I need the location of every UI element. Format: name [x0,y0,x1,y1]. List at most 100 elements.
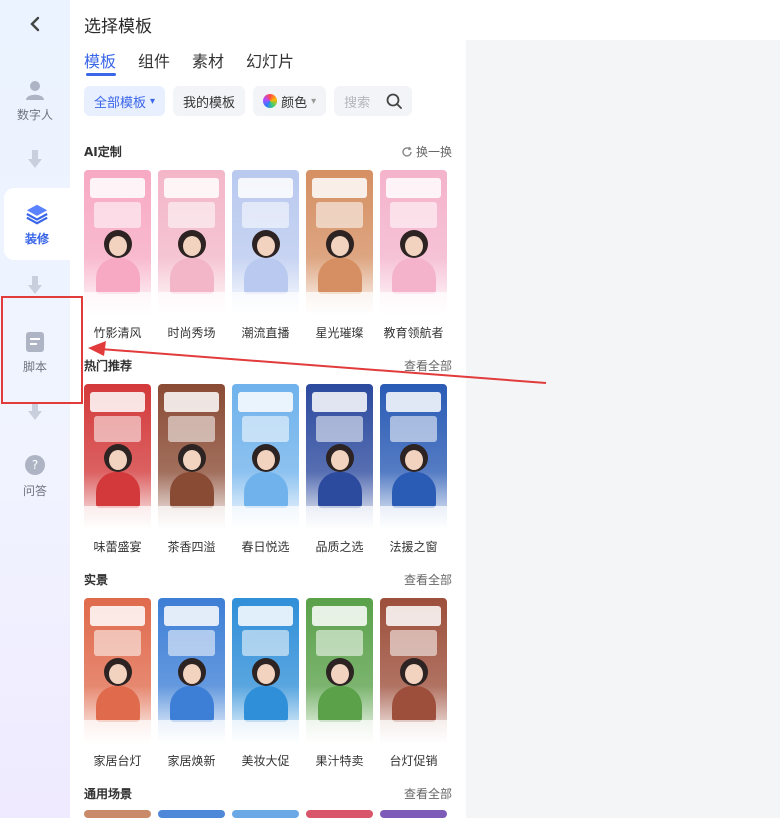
tab-templates[interactable]: 模板 [84,48,116,72]
template-caption: 品质之选 [315,540,364,554]
view-all-link[interactable]: 查看全部 [404,357,452,374]
thumbnail-body [392,258,436,294]
template-thumbnail[interactable] [306,170,373,316]
thumbnail-face [183,236,201,256]
tab-components[interactable]: 组件 [138,48,170,72]
template-card[interactable]: 潮流直播 [232,170,299,341]
thumbnail-body [244,472,288,508]
template-thumbnail[interactable] [158,384,225,530]
thumbnail-banner [164,178,219,198]
template-thumbnail[interactable] [306,598,373,744]
template-thumbnail[interactable] [84,598,151,744]
tab-materials[interactable]: 素材 [192,48,224,72]
rail-item-qa[interactable]: ? 问答 [0,454,70,499]
thumbnail-body [318,686,362,722]
section-title: AI定制 [84,145,122,159]
template-panel: 选择模板 模板 组件 素材 幻灯片 全部模板 ▾ 我的模板 颜色 ▾ 搜索 AI… [70,0,466,818]
thumbnail-banner2 [316,202,363,228]
template-card[interactable]: 果汁特卖 [306,598,373,769]
rail-item-digital-human[interactable]: 数字人 [0,78,70,123]
thumbnail-body [96,258,140,294]
thumbnail-banner2 [94,630,141,656]
template-thumbnail[interactable] [232,384,299,530]
rail-item-decorate[interactable]: 装修 [4,188,70,260]
thumbnail-banner [386,392,441,412]
template-card[interactable]: 教育领航者 [380,170,447,341]
thumbnail-banner [90,392,145,412]
view-all-link[interactable]: 查看全部 [404,571,452,588]
template-card[interactable]: 星光璀璨 [306,170,373,341]
thumbnail-banner2 [390,416,437,442]
thumbnail-face [257,236,275,256]
thumbnail-banner2 [168,202,215,228]
template-card[interactable]: 法援之窗 [380,384,447,555]
template-thumbnail[interactable] [380,598,447,744]
search-input[interactable]: 搜索 [334,86,413,116]
thumbnail-body [244,686,288,722]
thumbnail-banner2 [242,630,289,656]
template-thumbnail[interactable] [306,384,373,530]
tab-slides[interactable]: 幻灯片 [246,48,294,72]
template-thumbnail[interactable] [84,384,151,530]
template-card[interactable]: 家居台灯 [84,598,151,769]
rail-item-label: 问答 [22,484,47,498]
thumbnail-desk [380,506,447,530]
thumbnail-banner [312,178,367,198]
template-card[interactable]: 茶香四溢 [158,384,225,555]
all-templates-dropdown[interactable]: 全部模板 ▾ [84,86,166,116]
thumbnail-banner2 [242,416,289,442]
thumbnail-face [109,664,127,684]
thumbnail-banner [238,178,293,198]
template-card[interactable]: 竹影清风 [84,170,151,341]
refresh-button[interactable]: 换一换 [401,143,452,160]
thumbnail-desk [232,720,299,744]
thumbnail-body [244,258,288,294]
template-thumbnail[interactable] [84,170,151,316]
template-card[interactable]: 家居焕新 [158,598,225,769]
template-thumbnail[interactable] [232,810,299,818]
template-thumbnail[interactable] [380,384,447,530]
my-templates-button[interactable]: 我的模板 [173,86,246,116]
back-button[interactable] [24,12,46,36]
template-thumbnail[interactable] [380,810,447,818]
thumbnail-desk [306,506,373,530]
digital-human-icon [23,78,47,102]
rail-item-label: 装修 [24,231,49,246]
template-card[interactable]: 品质之选 [306,384,373,555]
template-card[interactable]: 春日悦选 [232,384,299,555]
thumbnail-banner [164,392,219,412]
template-card[interactable]: 美妆大促 [232,598,299,769]
template-thumbnail[interactable] [158,810,225,818]
down-arrow-icon [28,402,42,420]
filter-bar: 全部模板 ▾ 我的模板 颜色 ▾ 搜索 [84,86,413,116]
thumbnail-face [257,664,275,684]
template-thumbnail[interactable] [232,170,299,316]
color-wheel-icon [263,94,278,108]
thumbnail-face [331,236,349,256]
template-thumbnail[interactable] [158,170,225,316]
thumbnail-desk [84,720,151,744]
thumbnail-face [331,450,349,470]
color-filter-dropdown[interactable]: 颜色 ▾ [253,86,327,116]
thumbnail-body [392,472,436,508]
template-thumbnail[interactable] [158,598,225,744]
panel-tabs: 模板 组件 素材 幻灯片 [84,48,294,72]
thumbnail-face [405,664,423,684]
thumbnail-desk [380,720,447,744]
template-card[interactable]: 味蕾盛宴 [84,384,151,555]
template-caption: 茶香四溢 [167,540,216,554]
search-icon [386,93,403,109]
thumbnail-desk [84,506,151,530]
thumbnail-banner [90,606,145,626]
thumbnail-body [318,258,362,294]
active-tab-indicator [86,73,116,76]
template-thumbnail[interactable] [306,810,373,818]
template-card[interactable]: 台灯促销 [380,598,447,769]
template-card[interactable]: 时尚秀场 [158,170,225,341]
view-all-link[interactable]: 查看全部 [404,785,452,802]
template-thumbnail[interactable] [232,598,299,744]
template-thumbnail[interactable] [380,170,447,316]
thumbnail-face [331,664,349,684]
template-thumbnail[interactable] [84,810,151,818]
chevron-down-icon: ▾ [150,95,156,107]
